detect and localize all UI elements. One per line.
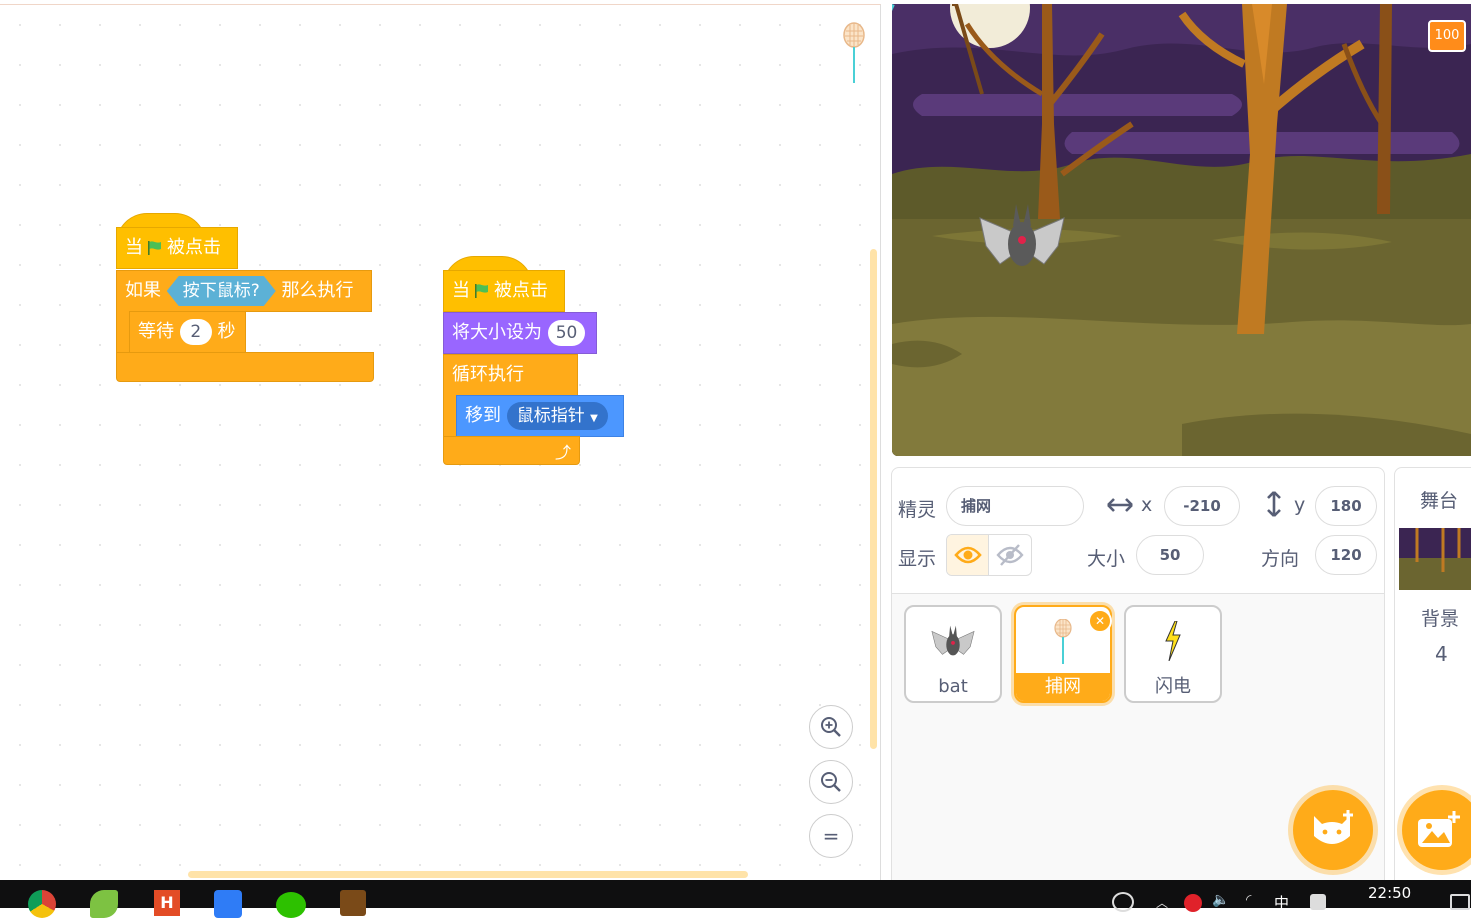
forever-block-bottom: ⤴ — [443, 436, 580, 465]
direction-label: 方向 — [1261, 548, 1300, 570]
sprite-tile-name: 捕网 — [1016, 673, 1110, 701]
x-arrows-icon — [1107, 498, 1133, 512]
stage-backdrop — [892, 4, 1471, 456]
x-field[interactable]: -210 — [1164, 486, 1240, 526]
zoom-in-icon — [821, 717, 841, 737]
current-sprite-icon — [843, 22, 865, 83]
sprite-label: 精灵 — [898, 499, 937, 521]
lightning-thumbnail-icon — [1165, 620, 1181, 662]
wait-seconds-input[interactable]: 2 — [179, 319, 212, 345]
wait-block[interactable]: 等待 2 秒 — [129, 311, 246, 353]
show-toggle-group — [946, 534, 1032, 576]
zoom-out-button[interactable] — [809, 760, 853, 804]
block-text: 被点击 — [167, 237, 221, 258]
app-leaf-icon[interactable] — [90, 890, 118, 918]
block-text: 秒 — [217, 321, 236, 342]
bat-thumbnail-icon — [931, 625, 975, 656]
green-flag-icon — [148, 241, 161, 255]
eye-slash-icon — [996, 544, 1024, 566]
block-text: 循环执行 — [452, 364, 524, 385]
go-to-target-dropdown[interactable]: 鼠标指针 ▼ — [506, 402, 608, 430]
dropdown-value: 鼠标指针 — [516, 406, 585, 426]
y-field[interactable]: 180 — [1315, 486, 1377, 526]
sprite-tile-lightning[interactable]: 闪电 — [1124, 605, 1222, 703]
show-label: 显示 — [898, 548, 937, 570]
network-icon[interactable]: ◜ — [1246, 892, 1251, 908]
ime-indicator[interactable]: 中 — [1274, 892, 1289, 913]
forever-block[interactable]: 循环执行 — [443, 354, 578, 396]
if-block-bottom — [116, 352, 374, 382]
eye-icon — [954, 546, 982, 564]
horizontal-scrollbar[interactable] — [188, 871, 748, 878]
people-icon[interactable] — [1112, 892, 1134, 912]
stage-title: 舞台 — [1420, 490, 1459, 512]
sprite-name-field[interactable]: 捕网 — [946, 486, 1084, 526]
code-workspace[interactable]: 当被点击 如果 按下鼠标? 那么执行 等待 2 秒 当被点击 将大小设为 50 … — [0, 4, 881, 881]
block-text: 那么执行 — [281, 280, 354, 301]
green-flag-icon — [475, 284, 488, 298]
go-to-block[interactable]: 移到 鼠标指针 ▼ — [456, 395, 624, 437]
cat-add-icon — [1314, 810, 1353, 844]
backdrop-count: 4 — [1435, 642, 1448, 666]
net-thumbnail-icon — [1054, 618, 1072, 664]
chrome-icon[interactable] — [28, 890, 56, 918]
mouse-down-sensing-block[interactable]: 按下鼠标? — [167, 276, 276, 306]
block-text: 移到 — [465, 405, 501, 426]
if-then-block[interactable]: 如果 按下鼠标? 那么执行 — [116, 270, 372, 312]
size-label: 大小 — [1087, 548, 1126, 570]
sprite-tile-net[interactable]: 捕网 ✕ — [1014, 605, 1112, 703]
sprite-tile-name: 闪电 — [1155, 676, 1191, 697]
backdrop-thumbnail — [1399, 528, 1471, 590]
set-size-block[interactable]: 将大小设为 50 — [443, 312, 597, 354]
close-icon: ✕ — [1094, 614, 1106, 628]
sprite-tile-bat[interactable]: bat — [904, 605, 1002, 703]
wechat-icon[interactable] — [276, 892, 306, 918]
x-label: x — [1141, 494, 1153, 516]
backdrop-label: 背景 — [1421, 608, 1460, 630]
vertical-scrollbar[interactable] — [870, 249, 877, 749]
when-flag-clicked-block[interactable]: 当 被点击 — [443, 270, 565, 312]
block-text: 当 — [125, 237, 143, 258]
show-visible-button[interactable] — [947, 535, 989, 575]
show-hidden-button[interactable] — [989, 535, 1031, 575]
block-text: 等待 — [138, 321, 174, 342]
stage-canvas[interactable]: 100 — [892, 4, 1471, 456]
y-label: y — [1294, 494, 1306, 516]
tray-chevron-up-icon[interactable]: ︿ — [1156, 894, 1168, 911]
block-text: 如果 — [125, 280, 161, 301]
zoom-reset-button[interactable]: = — [809, 814, 853, 858]
stage-badge: 100 — [1428, 20, 1466, 52]
block-text: 被点击 — [494, 280, 548, 301]
block-text: 将大小设为 — [452, 322, 542, 343]
block-text: 当 — [452, 280, 470, 301]
app-h-icon[interactable]: H — [154, 890, 180, 916]
image-add-icon — [1418, 811, 1460, 847]
size-field[interactable]: 50 — [1136, 535, 1204, 575]
add-sprite-button[interactable] — [1293, 790, 1373, 870]
y-arrows-icon — [1267, 491, 1281, 517]
app-crown-icon[interactable] — [340, 890, 366, 916]
direction-field[interactable]: 120 — [1315, 535, 1377, 575]
clock-time[interactable]: 22:50 — [1368, 884, 1411, 902]
volume-icon[interactable]: 🔈 — [1212, 892, 1229, 908]
size-value-input[interactable]: 50 — [547, 320, 586, 346]
loop-arrow-icon: ⤴ — [554, 443, 571, 462]
zoom-out-icon — [821, 772, 841, 792]
chevron-down-icon: ▼ — [590, 413, 598, 424]
os-taskbar: H ︿ 🔈 ◜ 中 22:50 — [0, 880, 1471, 918]
security-tray-icon[interactable] — [1184, 894, 1202, 912]
delete-sprite-button[interactable]: ✕ — [1088, 609, 1112, 633]
zoom-in-button[interactable] — [809, 705, 853, 749]
sprite-tile-name: bat — [938, 676, 968, 697]
when-flag-clicked-block[interactable]: 当 被点击 — [116, 227, 238, 269]
app-pen-icon[interactable] — [214, 890, 242, 918]
